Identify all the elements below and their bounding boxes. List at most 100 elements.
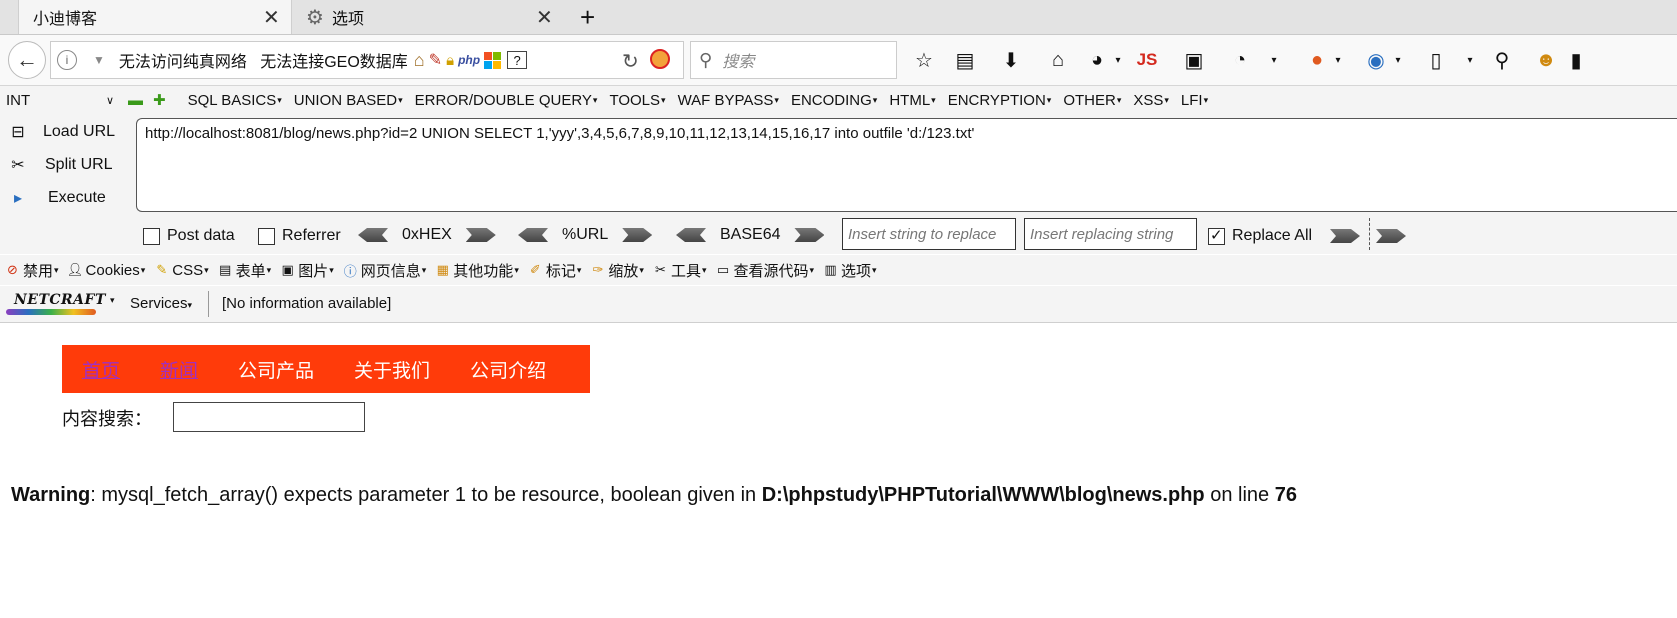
dropdown-arrow-icon[interactable]: ▾ <box>1260 47 1288 73</box>
home-button-icon[interactable]: ⌂ <box>1044 47 1072 73</box>
back-button[interactable]: ← <box>8 41 46 79</box>
wd-cookies[interactable]: 👤︎ Cookies <box>67 262 146 279</box>
insert-string-input[interactable]: Insert string to replace <box>842 218 1016 250</box>
wd-options[interactable]: ▥ 选项 <box>822 260 877 281</box>
wd-forms[interactable]: ▤ 表单 <box>217 260 272 281</box>
type-select[interactable]: INT ∨ <box>6 89 118 111</box>
noscript-icon[interactable] <box>650 49 670 69</box>
nav-about[interactable]: 关于我们 <box>354 356 430 383</box>
dropdown-arrow-icon[interactable]: ▾ <box>1384 47 1412 73</box>
insert-replacing-input[interactable]: Insert replacing string <box>1024 218 1197 250</box>
minus-icon[interactable]: ▬ <box>128 92 143 109</box>
content-search-input[interactable] <box>173 402 365 432</box>
addon-face-icon[interactable]: ☻ <box>1532 47 1560 73</box>
load-url-icon: ⊟ <box>11 124 25 141</box>
new-tab-button[interactable]: + <box>580 0 595 34</box>
menu-encryption[interactable]: ENCRYPTION <box>948 92 1052 109</box>
checkbox-box <box>143 227 160 245</box>
decode-arrow-icon[interactable] <box>518 228 548 242</box>
addon-doc-icon[interactable]: ▯ <box>1422 47 1450 73</box>
dropdown-arrow-icon[interactable]: ▾ <box>1104 47 1132 73</box>
services-menu[interactable]: Services▾ <box>130 295 192 312</box>
menu-html[interactable]: HTML <box>889 92 935 109</box>
dropdown-arrow-icon[interactable]: ▾ <box>1456 47 1484 73</box>
js-icon[interactable]: JS <box>1133 47 1161 73</box>
replace-all-checkbox[interactable]: Replace All <box>1208 226 1312 245</box>
info-icon[interactable]: i <box>57 50 77 70</box>
play-icon: ▸ <box>13 190 23 207</box>
nav-home[interactable]: 首页 <box>82 356 120 383</box>
windows-icon[interactable] <box>484 51 502 69</box>
url-bar[interactable]: i ▼ 无法访问纯真网络 无法连接GEO数据库 ⌂ ✎ 🔒︎ php ? <box>50 41 684 79</box>
menu-encoding[interactable]: ENCODING <box>791 92 877 109</box>
referrer-checkbox[interactable]: Referrer <box>258 227 341 245</box>
help-icon[interactable]: ? <box>507 51 528 69</box>
plus-icon[interactable]: ✚ <box>153 91 166 109</box>
menu-error-double-query[interactable]: ERROR/DOUBLE QUERY <box>415 92 598 109</box>
checkbox-box <box>258 227 275 245</box>
netcraft-logo[interactable]: NETCRAFT <box>14 292 106 308</box>
dropdown-arrow-icon[interactable]: ▾ <box>1324 47 1352 73</box>
post-data-checkbox[interactable]: Post data <box>143 227 235 245</box>
chevron-down-icon: ∨ <box>105 94 114 107</box>
wd-misc[interactable]: ▦ 其他功能 <box>434 260 519 281</box>
close-icon[interactable]: ✕ <box>536 5 553 30</box>
close-icon[interactable]: ✕ <box>263 5 280 30</box>
encode-arrow-icon[interactable] <box>794 228 825 242</box>
split-url-label: Split URL <box>45 156 113 173</box>
addon-extra-icon[interactable]: ▮ <box>1562 47 1590 73</box>
encode-arrow-icon[interactable] <box>622 228 653 242</box>
menu-lfi[interactable]: LFI <box>1181 92 1208 109</box>
encode-arrow-icon[interactable] <box>465 228 496 242</box>
wd-label: 查看源代码 <box>733 262 809 280</box>
wd-tools[interactable]: ✂ 工具 <box>652 260 707 281</box>
dropdown-arrow-icon[interactable]: ▼ <box>93 53 105 67</box>
bookmark-star-icon[interactable]: ☆ <box>910 47 938 73</box>
nav-news[interactable]: 新闻 <box>160 356 198 383</box>
decode-arrow-icon[interactable] <box>676 228 706 242</box>
wd-label: CSS <box>172 261 204 279</box>
tab-options[interactable]: ⚙ 选项 ✕ <box>298 0 564 34</box>
warning-line-number: 76 <box>1274 484 1297 506</box>
search-bar[interactable]: ⚲ 搜索 <box>690 41 897 79</box>
nav-products[interactable]: 公司产品 <box>238 356 314 383</box>
chevron-down-icon: ▾ <box>187 300 193 310</box>
reload-icon[interactable]: ↻ <box>622 49 639 74</box>
wd-resize[interactable]: ✑ 缩放 <box>589 260 644 281</box>
source-icon: ▭ <box>716 262 730 277</box>
wd-images[interactable]: ▣ 图片 <box>279 260 334 281</box>
menu-other[interactable]: OTHER <box>1063 92 1121 109</box>
dropdown-arrow-icon[interactable]: ▾ <box>110 295 115 306</box>
load-url-button[interactable]: ⊟ Load URL <box>0 117 115 147</box>
menu-sql-basics[interactable]: SQL BASICS <box>188 92 282 109</box>
menu-waf-bypass[interactable]: WAF BYPASS <box>678 92 779 109</box>
split-url-button[interactable]: ✂ Split URL <box>0 150 112 180</box>
wd-disable[interactable]: ⊘ 禁用 <box>4 260 59 281</box>
execute-button[interactable]: ▸ Execute <box>0 183 106 213</box>
menu-tools[interactable]: TOOLS <box>609 92 665 109</box>
lock-icon[interactable]: 🔒︎ <box>446 52 454 69</box>
search-input[interactable]: 搜索 <box>722 48 754 72</box>
feather-icon[interactable]: ✎ <box>429 50 442 70</box>
hackbar-menu: INT ∨ ▬ ✚ SQL BASICS UNION BASED ERROR/D… <box>0 86 1677 114</box>
url-textarea[interactable]: http://localhost:8081/blog/news.php?id=2… <box>136 118 1677 212</box>
wd-label: 缩放 <box>608 262 639 280</box>
wd-outline[interactable]: ✐ 标记 <box>527 260 582 281</box>
reading-list-icon[interactable]: ▤ <box>951 47 979 73</box>
home-icon[interactable]: ⌂ <box>414 50 425 71</box>
wd-view-source[interactable]: ▭ 查看源代码 <box>714 260 814 281</box>
php-icon[interactable]: php <box>458 53 480 67</box>
netcraft-info: [No information available] <box>222 295 392 312</box>
download-icon[interactable]: ⬇ <box>997 47 1025 73</box>
zoom-icon[interactable]: ⚲ <box>1488 47 1516 73</box>
decode-arrow-icon[interactable] <box>358 228 388 242</box>
image-tool-icon[interactable]: ▣ <box>1180 47 1208 73</box>
nav-intro[interactable]: 公司介绍 <box>470 356 546 383</box>
wd-page-info[interactable]: ⓘ 网页信息 <box>342 260 427 281</box>
divider <box>208 291 209 317</box>
palette-icon[interactable]: ◔ <box>1226 47 1254 73</box>
tab-xiaodi-blog[interactable]: 小迪博客 ✕ <box>18 0 292 34</box>
menu-xss[interactable]: XSS <box>1133 92 1169 109</box>
wd-css[interactable]: ✎ CSS <box>153 262 208 279</box>
menu-union-based[interactable]: UNION BASED <box>294 92 403 109</box>
